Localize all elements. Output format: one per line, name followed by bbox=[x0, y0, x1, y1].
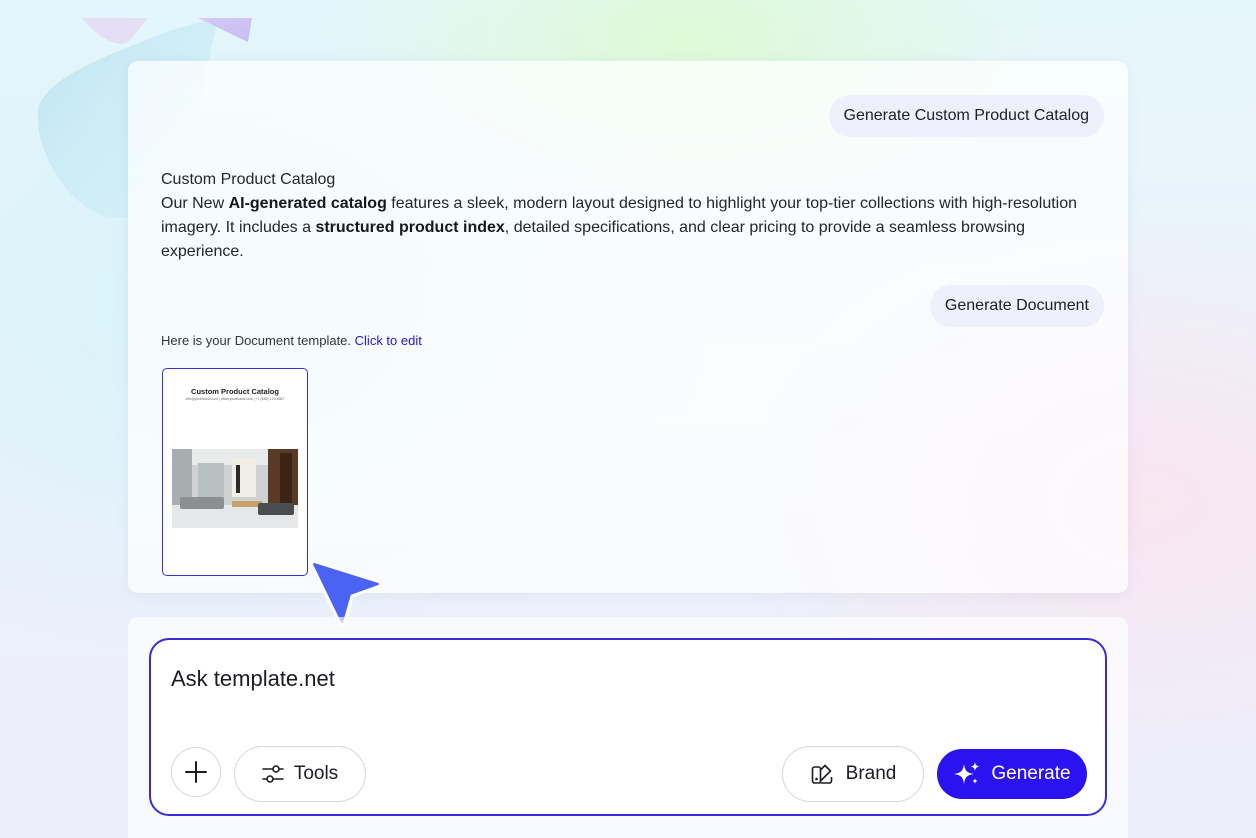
prompt-input[interactable]: Ask template.net Tools Brand Generate bbox=[149, 638, 1107, 816]
thumbnail-title: Custom Product Catalog bbox=[191, 387, 279, 396]
template-message: Here is your Document template. Click to… bbox=[161, 333, 422, 348]
chat-panel: Generate Custom Product Catalog Custom P… bbox=[128, 61, 1128, 593]
sparkles-icon bbox=[954, 762, 980, 784]
thumbnail-interior-image bbox=[172, 449, 298, 528]
tools-label: Tools bbox=[293, 763, 339, 784]
response-bold-index: structured product index bbox=[315, 219, 505, 236]
generate-button[interactable]: Generate bbox=[937, 749, 1087, 799]
response-paragraph: Our New AI-generated catalog features a … bbox=[161, 192, 1101, 264]
response-text-intro: Our New bbox=[161, 195, 229, 212]
assistant-response: Custom Product Catalog Our New AI-genera… bbox=[161, 168, 1101, 264]
brand-label: Brand bbox=[845, 763, 897, 784]
user-message-text: Generate Custom Product Catalog bbox=[843, 107, 1089, 124]
plus-icon bbox=[185, 761, 207, 783]
response-heading: Custom Product Catalog bbox=[161, 171, 336, 188]
document-template-thumbnail[interactable]: Custom Product Catalog info@yourbrand.co… bbox=[162, 368, 308, 576]
user-message-text-2: Generate Document bbox=[944, 297, 1089, 314]
user-message-bubble: Generate Custom Product Catalog bbox=[828, 95, 1104, 137]
user-message-bubble-2: Generate Document bbox=[929, 285, 1104, 327]
prompt-placeholder: Ask template.net bbox=[171, 666, 335, 691]
click-to-edit-link[interactable]: Click to edit bbox=[355, 333, 422, 348]
template-message-text: Here is your Document template. bbox=[161, 333, 352, 348]
generate-label: Generate bbox=[991, 763, 1071, 784]
swatch-icon bbox=[811, 764, 832, 784]
tools-button[interactable]: Tools bbox=[234, 746, 366, 802]
brand-button[interactable]: Brand bbox=[782, 746, 924, 802]
prompt-composer: Ask template.net Tools Brand Generate bbox=[128, 617, 1128, 838]
add-attachment-button[interactable] bbox=[171, 747, 221, 797]
sliders-icon bbox=[262, 765, 284, 783]
thumbnail-contact: info@yourbrand.com | www.yourbrand.com |… bbox=[185, 397, 285, 401]
response-bold-catalog: AI-generated catalog bbox=[228, 195, 387, 212]
